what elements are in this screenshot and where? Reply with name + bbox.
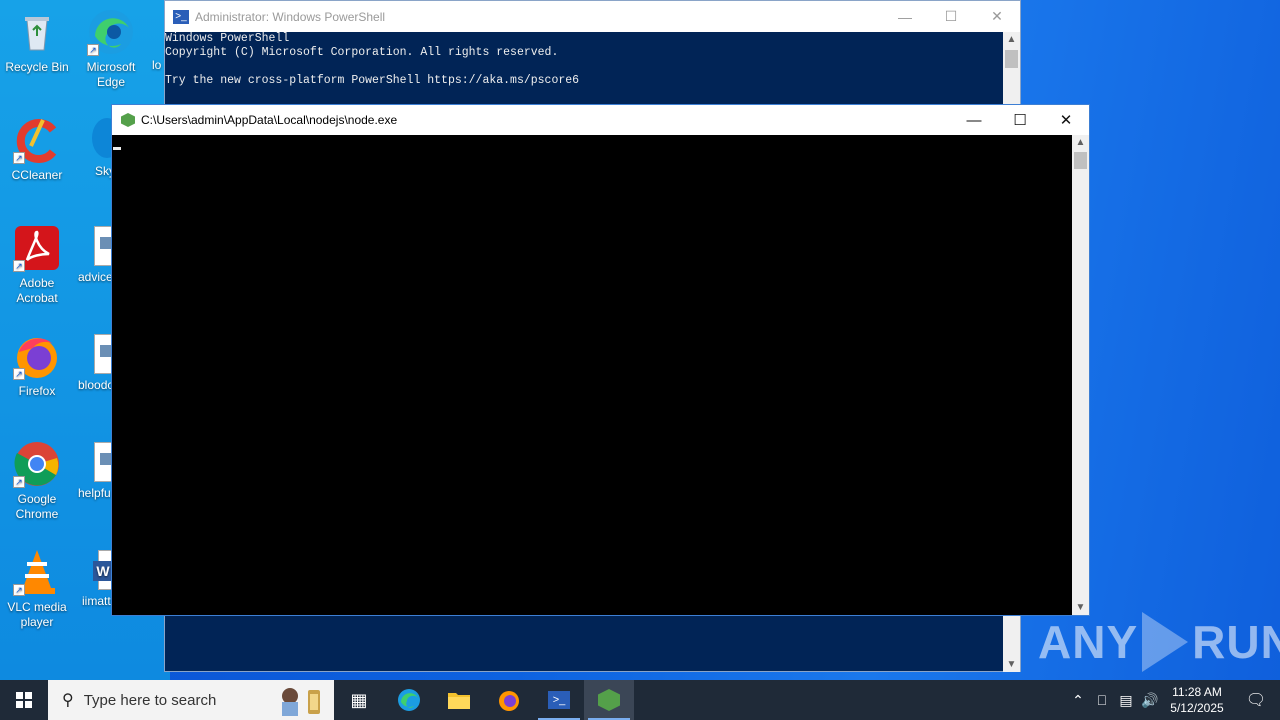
vlc-icon: ↗ xyxy=(13,548,61,596)
scrollbar-thumb[interactable] xyxy=(1074,152,1087,169)
desktop-icon-label: Microsoft Edge xyxy=(86,60,136,89)
desktop-icon-label: CCleaner xyxy=(11,168,63,182)
shortcut-arrow-icon: ↗ xyxy=(87,44,99,56)
acrobat-icon: ↗ xyxy=(13,224,61,272)
shortcut-arrow-icon: ↗ xyxy=(13,260,25,272)
firefox-icon: ↗ xyxy=(13,332,61,380)
powershell-console[interactable]: Windows PowerShell Copyright (C) Microso… xyxy=(165,32,1020,88)
text-cursor xyxy=(113,147,121,150)
start-button[interactable] xyxy=(0,680,48,720)
close-button[interactable]: ✕ xyxy=(1043,105,1089,136)
powershell-icon: >_ xyxy=(173,9,189,24)
scroll-up-icon[interactable]: ▲ xyxy=(1003,34,1020,45)
minimize-button[interactable]: — xyxy=(882,1,928,32)
taskbar-edge-button[interactable] xyxy=(384,680,434,720)
taskbar-powershell-button[interactable]: >_ xyxy=(534,680,584,720)
desktop-icon-label: lo xyxy=(152,58,162,72)
close-button[interactable]: ✕ xyxy=(974,1,1020,32)
desktop-icon-adobe-acrobat[interactable]: ↗ Adobe Acrobat xyxy=(0,224,74,306)
system-tray: ⌃ ⎕ ▤ 🔊 11:28 AM 5/12/2025 🗨 xyxy=(1066,680,1280,720)
firefox-icon xyxy=(499,691,519,711)
edge-icon xyxy=(398,689,420,711)
clock-time: 11:28 AM xyxy=(1172,685,1222,699)
window-title: Administrator: Windows PowerShell xyxy=(195,9,386,24)
console-line: Copyright (C) Microsoft Corporation. All… xyxy=(165,46,559,59)
nodejs-icon xyxy=(121,113,135,127)
desktop-icon-firefox[interactable]: ↗ Firefox xyxy=(0,332,74,399)
taskbar-search-box[interactable]: ⚲ Type here to search xyxy=(48,680,334,720)
desktop-icon-label: VLC media player xyxy=(7,600,67,629)
maximize-button[interactable]: ☐ xyxy=(928,1,974,32)
anyrun-watermark: ANY RUN xyxy=(1038,612,1280,672)
search-icon: ⚲ xyxy=(62,692,74,709)
shortcut-arrow-icon: ↗ xyxy=(13,584,25,596)
maximize-button[interactable]: ☐ xyxy=(997,105,1043,136)
task-view-button[interactable]: ▦ xyxy=(334,680,384,720)
task-view-icon: ▦ xyxy=(350,689,368,710)
recycle-bin-icon xyxy=(13,8,61,56)
windows-logo-icon xyxy=(16,692,32,708)
node-console-window[interactable]: C:\Users\admin\AppData\Local\nodejs\node… xyxy=(111,104,1090,616)
search-highlight-illustration-icon xyxy=(282,688,320,716)
powershell-title-bar[interactable]: >_ Administrator: Windows PowerShell — ☐… xyxy=(165,1,1020,32)
clock-date: 5/12/2025 xyxy=(1170,701,1224,715)
taskbar: ⚲ Type here to search ▦ >_ ⌃ ⎕ ▤ 🔊 11:28… xyxy=(0,680,1280,720)
console-line: Try the new cross-platform PowerShell ht… xyxy=(165,74,580,87)
desktop-icon-label: advice xyxy=(78,270,113,284)
desktop-icon-microsoft-edge[interactable]: ↗ Microsoft Edge xyxy=(74,8,148,90)
taskbar-firefox-button[interactable] xyxy=(484,680,534,720)
network-status-icon[interactable]: ⎕ xyxy=(1090,692,1114,709)
scroll-up-icon[interactable]: ▲ xyxy=(1072,137,1089,148)
shortcut-arrow-icon: ↗ xyxy=(13,152,25,164)
folder-icon xyxy=(448,693,470,709)
chevron-up-icon[interactable]: ⌃ xyxy=(1066,692,1090,709)
desktop-icon-label: helpfu xyxy=(78,486,111,500)
watermark-text-left: ANY xyxy=(1038,616,1139,668)
notification-center-icon[interactable]: 🗨 xyxy=(1232,690,1280,710)
powershell-icon: >_ xyxy=(548,691,570,709)
node-title-bar[interactable]: C:\Users\admin\AppData\Local\nodejs\node… xyxy=(112,105,1089,135)
desktop-icon-label: Google Chrome xyxy=(15,492,59,521)
shortcut-arrow-icon: ↗ xyxy=(13,476,25,488)
desktop-icon-label: Recycle Bin xyxy=(5,60,69,74)
scroll-down-icon[interactable]: ▼ xyxy=(1003,659,1020,670)
desktop-icon-label: iimatt xyxy=(82,594,111,608)
node-scrollbar[interactable]: ▲ ▼ xyxy=(1072,135,1089,615)
play-icon xyxy=(1142,612,1189,672)
shortcut-arrow-icon: ↗ xyxy=(13,368,25,380)
desktop-icon-label: Firefox xyxy=(18,384,56,398)
network-icon[interactable]: ▤ xyxy=(1114,692,1138,709)
desktop-icon-label: bloodc xyxy=(78,378,114,392)
desktop-icon-google-chrome[interactable]: ↗ Google Chrome xyxy=(0,440,74,522)
desktop-icon-vlc-media-player[interactable]: ↗ VLC media player xyxy=(0,548,74,630)
console-line: Windows PowerShell xyxy=(165,32,290,45)
nodejs-icon xyxy=(598,689,620,711)
watermark-text-right: RUN xyxy=(1192,616,1280,668)
desktop-icon-recycle-bin[interactable]: Recycle Bin xyxy=(0,8,74,75)
volume-icon[interactable]: 🔊 xyxy=(1138,692,1162,709)
desktop-icon-label: Adobe Acrobat xyxy=(16,276,58,305)
chrome-icon: ↗ xyxy=(13,440,61,488)
node-console[interactable]: ▲ ▼ xyxy=(112,135,1089,615)
search-placeholder: Type here to search xyxy=(83,691,217,709)
window-title: C:\Users\admin\AppData\Local\nodejs\node… xyxy=(141,113,398,127)
minimize-button[interactable]: — xyxy=(951,105,997,136)
taskbar-file-explorer-button[interactable] xyxy=(434,680,484,720)
edge-icon: ↗ xyxy=(87,8,135,56)
desktop-icon-ccleaner[interactable]: ↗ CCleaner xyxy=(0,116,74,183)
scrollbar-thumb[interactable] xyxy=(1005,50,1018,68)
ccleaner-icon: ↗ xyxy=(13,116,61,164)
taskbar-node-button[interactable] xyxy=(584,680,634,720)
clock[interactable]: 11:28 AM 5/12/2025 xyxy=(1162,684,1232,716)
